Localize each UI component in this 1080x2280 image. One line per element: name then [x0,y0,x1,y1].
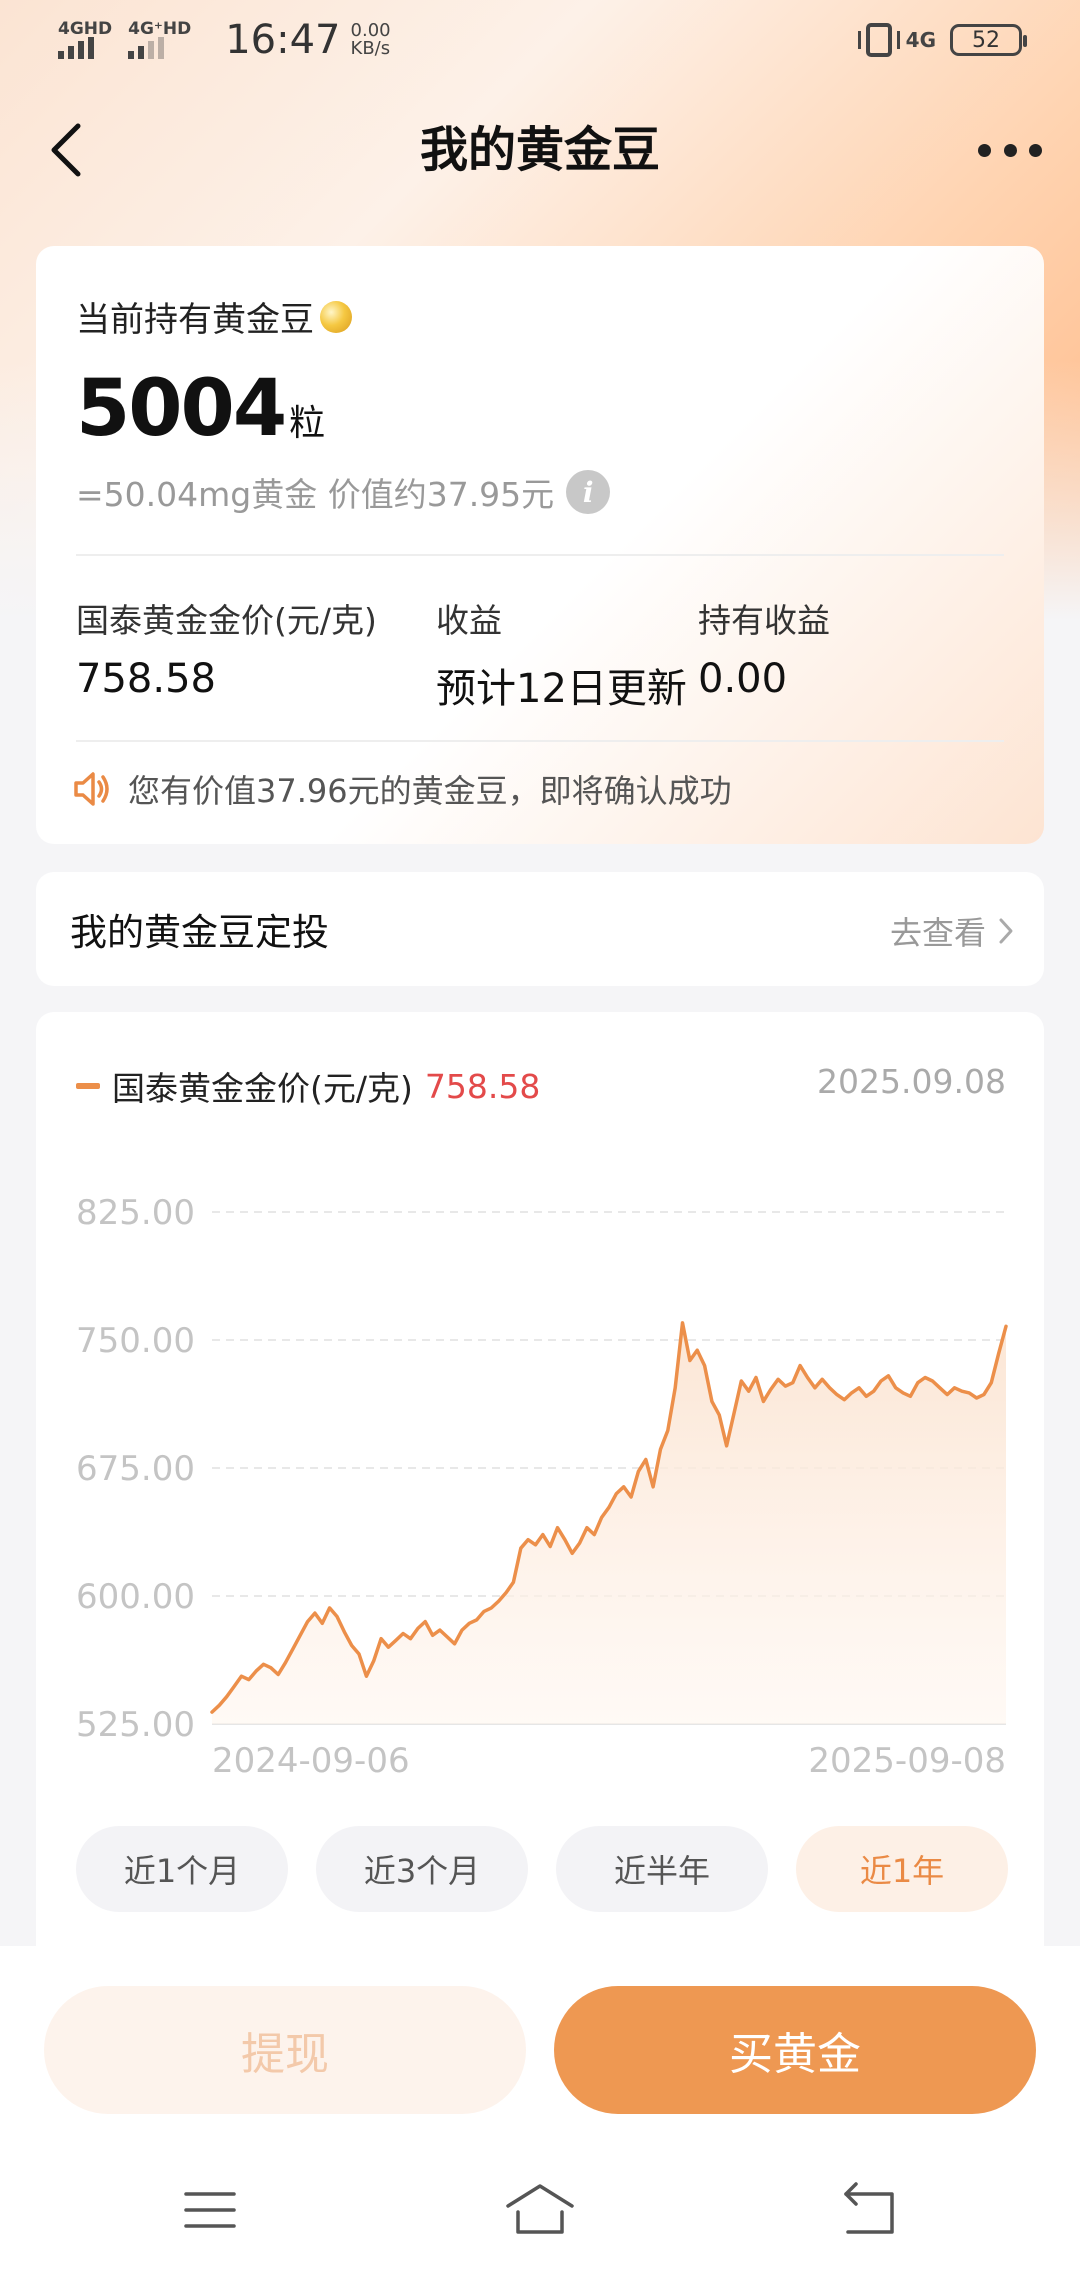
y-tick-label: 525.00 [76,1705,195,1745]
status-time: 16:47 [225,17,341,63]
plan-link-text: 去查看 [889,914,986,952]
vibrate-icon [857,23,900,57]
y-tick-label: 675.00 [76,1449,195,1489]
more-dots-icon [978,143,991,157]
legend-label: 国泰黄金金价(元/克) [112,1069,413,1108]
signal-icon: 4G⁺HD [128,21,191,59]
gold-bean-icon [320,300,352,333]
y-tick-label: 750.00 [76,1321,195,1361]
range-1-month[interactable]: 近1个月 [76,1826,288,1912]
chart-card: 国泰黄金金价(元/克) 758.58 2025.09.08 825.00 750.… [36,1012,1044,1972]
holding-label-text: 当前持有黄金豆 [76,300,314,340]
signal-label: 4G⁺HD [128,19,192,39]
signal-label: 4GHD [58,19,113,39]
network-type: 4G [905,28,936,52]
x-tick-label: 2025-09-08 [808,1741,1006,1781]
price-chart[interactable]: 825.00 750.00 675.00 600.00 525.00 2024-09-06… [36,1132,1044,1792]
buy-gold-button[interactable]: 买黄金 [554,1986,1036,2114]
home-button[interactable] [500,2170,580,2250]
stat-label: 收益 [436,601,502,640]
range-selector: 近1个月 近3个月 近半年 近1年 [76,1826,1008,1912]
chart-legend: 国泰黄金金价(元/克) 758.58 [76,1062,540,1110]
holding-unit: 粒 [289,403,326,444]
legend-swatch [76,1083,100,1089]
legend-current-value: 758.58 [424,1066,541,1106]
equivalent-text: =50.04mg黄金 价值约37.95元 [76,475,555,514]
signal-icon: 4GHD [58,21,112,59]
stat-gold-price: 国泰黄金金价(元/克) 758.58 [76,594,377,702]
chevron-right-icon [999,918,1013,944]
range-3-months[interactable]: 近3个月 [316,1826,528,1912]
info-icon[interactable]: i [566,470,611,514]
page-title: 我的黄金豆 [419,122,660,178]
speed-unit: KB/s [350,38,391,59]
nav-bar: 我的黄金豆 [0,100,1080,200]
plan-view-link[interactable]: 去查看 [890,908,1014,954]
plan-card[interactable]: 我的黄金豆定投 去查看 [36,872,1044,986]
withdraw-button[interactable]: 提现 [44,1986,526,2114]
stat-label: 国泰黄金金价(元/克) [76,601,377,640]
battery-icon: 52 [950,24,1027,56]
notice-text: 您有价值37.96元的黄金豆，即将确认成功 [128,772,732,810]
status-bar: 4GHD 4G⁺HD 16:47 0.00 KB/s 4G 52 [0,0,1080,80]
menu-icon [184,2192,236,2228]
back-nav-button[interactable] [830,2170,910,2250]
divider [76,740,1004,742]
battery-level: 52 [972,27,1000,53]
holding-equivalent: =50.04mg黄金 价值约37.95元 i [76,468,611,516]
holding-number: 5004 [76,364,287,454]
back-nav-icon [844,2182,894,2234]
stat-value: 预计12日更新 [436,666,687,712]
x-tick-label: 2024-09-06 [212,1741,410,1781]
range-half-year[interactable]: 近半年 [556,1826,768,1912]
more-button[interactable] [970,120,1050,180]
stat-income: 收益 预计12日更新 [436,594,687,714]
divider [76,554,1004,556]
menu-button[interactable] [170,2170,250,2250]
back-button[interactable] [40,120,100,180]
network-speed: 0.00 KB/s [351,22,391,58]
holding-count: 5004 粒 [76,364,325,454]
home-icon [506,2184,574,2234]
chevron-left-icon [51,123,81,177]
range-1-year[interactable]: 近1年 [796,1826,1008,1912]
stat-value: 758.58 [76,656,216,702]
notice-bar: 您有价值37.96元的黄金豆，即将确认成功 [72,766,732,812]
system-nav-bar [0,2170,1080,2250]
y-tick-label: 825.00 [76,1193,195,1233]
chart-date: 2025.09.08 [817,1062,1006,1101]
plan-title: 我的黄金豆定投 [70,911,329,954]
y-tick-label: 600.00 [76,1577,195,1617]
holding-label: 当前持有黄金豆 [76,292,352,341]
stat-holding-income: 持有收益 0.00 [698,594,830,702]
stat-label: 持有收益 [698,601,830,640]
speaker-icon [74,772,109,806]
price-area [212,1322,1006,1724]
holding-card: 当前持有黄金豆 5004 粒 =50.04mg黄金 价值约37.95元 i 国泰… [36,246,1044,844]
stat-value: 0.00 [698,656,788,702]
bottom-action-panel: 提现 买黄金 [0,1946,1080,2280]
